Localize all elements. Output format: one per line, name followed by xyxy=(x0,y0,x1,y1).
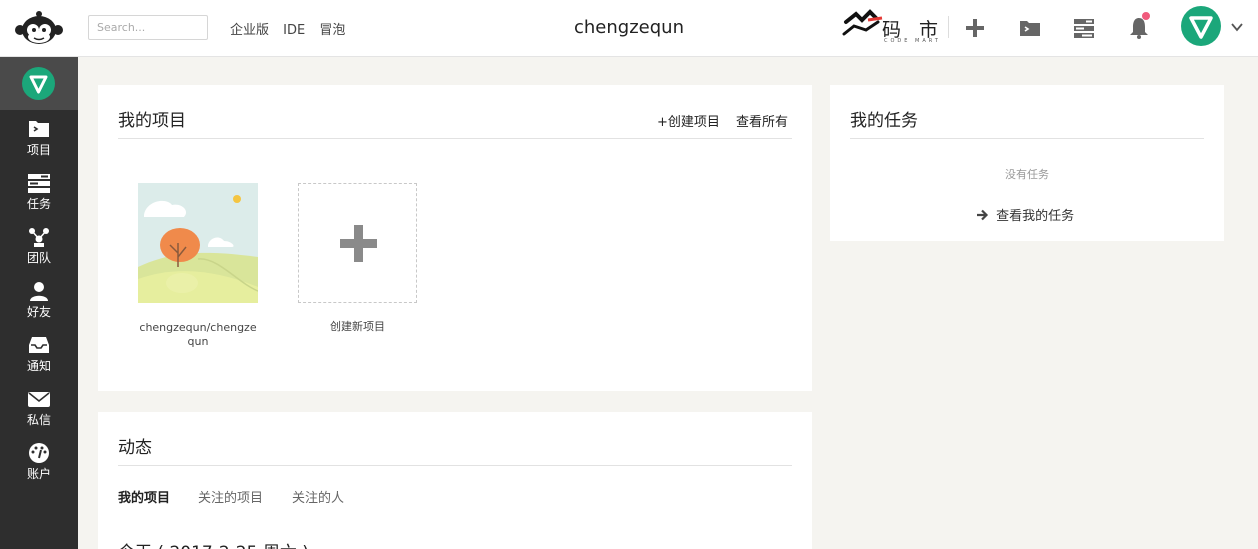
envelope-icon xyxy=(28,392,50,407)
projects-title: 我的项目 xyxy=(118,111,186,131)
sidebar-item-projects[interactable]: 项目 xyxy=(0,110,78,164)
folder-icon xyxy=(29,121,49,137)
tasks-title: 我的任务 xyxy=(850,111,918,131)
project-thumbnail[interactable] xyxy=(138,183,258,303)
divider xyxy=(948,16,949,38)
plus-icon[interactable] xyxy=(963,16,987,40)
inbox-icon xyxy=(29,337,49,353)
create-new-project-label[interactable]: 创建新项目 xyxy=(298,318,417,334)
search-input[interactable] xyxy=(88,15,208,40)
nav-ide-link[interactable]: IDE xyxy=(283,23,305,38)
sidebar-item-messages[interactable]: 私信 xyxy=(0,380,78,434)
projects-card: 我的项目 +创建项目 查看所有 chengzequn/chengzequn 创建… xyxy=(98,85,812,391)
codemart-logo-subtext: CODE MART xyxy=(884,38,941,44)
divider xyxy=(118,138,792,139)
project-name[interactable]: chengzequn/chengzequn xyxy=(138,321,258,349)
view-my-tasks-link[interactable]: 查看我的任务 xyxy=(976,205,1074,224)
tab-my-projects[interactable]: 我的项目 xyxy=(118,487,170,506)
sidebar-item-account[interactable]: 账户 xyxy=(0,434,78,488)
sidebar-item-notifications[interactable]: 通知 xyxy=(0,326,78,380)
tasks-card: 我的任务 没有任务 查看我的任务 xyxy=(830,85,1224,241)
sidebar-item-label: 通知 xyxy=(26,359,51,373)
divider xyxy=(850,138,1204,139)
empty-tasks-text: 没有任务 xyxy=(1005,168,1049,181)
tasks-icon xyxy=(28,174,50,193)
chevron-down-icon[interactable] xyxy=(1230,20,1244,34)
monkey-logo-icon[interactable] xyxy=(15,10,63,46)
sidebar-item-label: 项目 xyxy=(26,143,51,157)
sidebar-item-label: 私信 xyxy=(26,413,51,427)
tab-followed-projects[interactable]: 关注的项目 xyxy=(198,487,263,506)
create-project-link[interactable]: +创建项目 xyxy=(657,111,720,130)
user-avatar[interactable] xyxy=(1181,6,1221,46)
nav-bubble-link[interactable]: 冒泡 xyxy=(319,23,345,38)
activity-card: 动态 我的项目 关注的项目 关注的人 今天 ( 2017-2-25 周六 ) xyxy=(98,412,812,549)
sidebar-item-label: 账户 xyxy=(26,467,51,481)
notification-badge xyxy=(1142,12,1150,20)
create-new-project-button[interactable] xyxy=(298,183,417,303)
dashboard-icon xyxy=(29,443,49,463)
sidebar-item-label: 团队 xyxy=(26,251,51,265)
sidebar-item-label: 任务 xyxy=(26,197,51,211)
divider xyxy=(118,465,792,466)
team-icon xyxy=(29,228,49,247)
view-all-projects-link[interactable]: 查看所有 xyxy=(736,111,788,130)
view-my-tasks-label: 查看我的任务 xyxy=(996,209,1075,224)
tab-followed-people[interactable]: 关注的人 xyxy=(292,487,344,506)
sidebar-item-team[interactable]: 团队 xyxy=(0,218,78,272)
avatar-triangle-icon xyxy=(29,75,48,94)
sidebar-item-label: 好友 xyxy=(26,305,51,319)
terminal-folder-icon[interactable] xyxy=(1018,16,1042,40)
top-bar: 企业版 IDE 冒泡 chengzequn 码 市 CODE MART xyxy=(0,0,1258,57)
sidebar: 项目 任务 团队 好友 通知 私信 账户 xyxy=(0,57,78,549)
today-heading: 今天 ( 2017-2-25 周六 ) xyxy=(118,538,309,549)
plus-icon xyxy=(340,225,377,262)
top-nav: 企业版 IDE 冒泡 xyxy=(230,19,355,38)
sidebar-item-tasks[interactable]: 任务 xyxy=(0,164,78,218)
sidebar-avatar[interactable] xyxy=(0,57,78,110)
tasks-icon[interactable] xyxy=(1072,16,1096,40)
arrow-right-icon xyxy=(977,209,989,221)
avatar-triangle-icon xyxy=(1189,16,1213,39)
nav-enterprise-link[interactable]: 企业版 xyxy=(230,23,269,38)
sidebar-item-friends[interactable]: 好友 xyxy=(0,272,78,326)
activity-title: 动态 xyxy=(118,438,152,458)
user-icon xyxy=(30,282,48,301)
